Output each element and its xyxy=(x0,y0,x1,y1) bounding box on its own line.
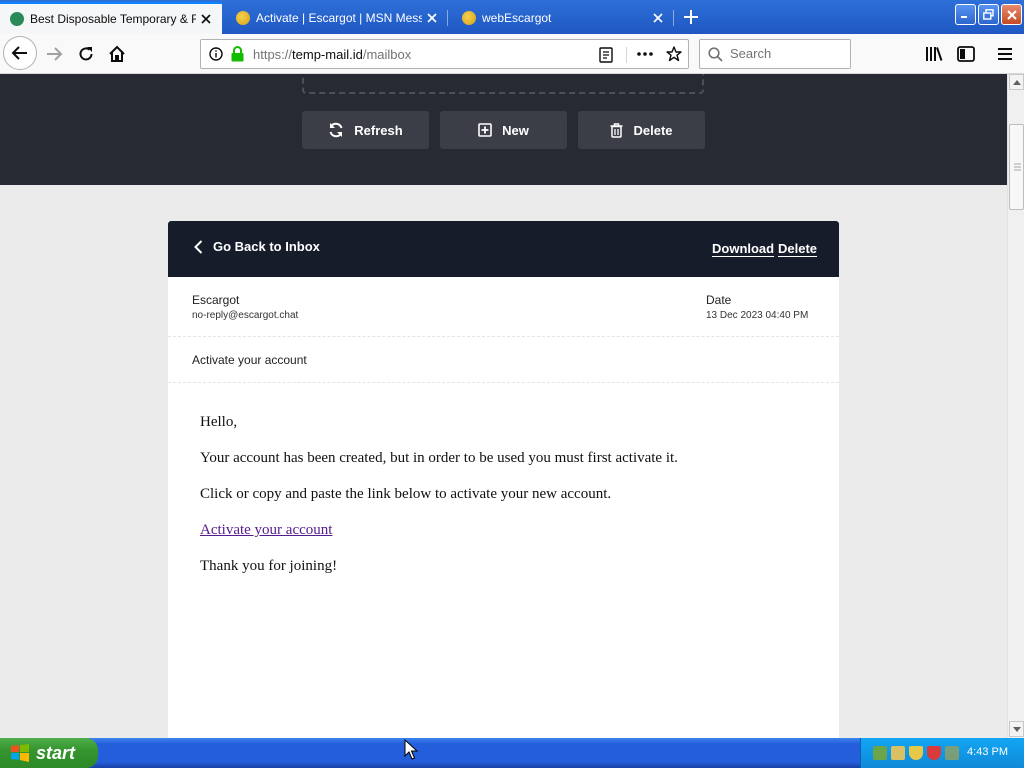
scroll-down-button[interactable] xyxy=(1009,721,1024,737)
tab-activate-escargot[interactable]: Activate | Escargot | MSN Messen xyxy=(226,2,448,34)
url-path: /mailbox xyxy=(362,47,412,62)
date-label: Date xyxy=(706,293,732,307)
new-label: New xyxy=(502,122,529,138)
clock[interactable]: 4:43 PM xyxy=(967,746,1008,758)
url-bar[interactable]: https://temp-mail.id/mailbox xyxy=(200,39,689,69)
menu-button[interactable] xyxy=(989,38,1021,70)
email-body: Hello, Your account has been created, bu… xyxy=(168,383,839,623)
tab-webescargot[interactable]: webEscargot xyxy=(452,2,674,34)
start-button[interactable]: start xyxy=(0,738,98,768)
secure-lock-icon[interactable] xyxy=(231,46,244,62)
restore-button[interactable] xyxy=(978,4,999,25)
close-tab-icon[interactable] xyxy=(648,8,668,28)
minimize-button[interactable] xyxy=(955,4,976,25)
bookmark-star-icon[interactable] xyxy=(666,46,682,62)
messenger-tray-icon[interactable] xyxy=(945,746,959,760)
body-paragraph: Your account has been created, but in or… xyxy=(200,450,678,466)
tab-temp-mail[interactable]: Best Disposable Temporary & Fake xyxy=(0,2,222,34)
sender-name: Escargot xyxy=(192,293,240,307)
delete-label: Delete xyxy=(633,122,673,138)
scrollbar-thumb[interactable] xyxy=(1009,124,1024,210)
back-to-inbox-link[interactable]: Go Back to Inbox xyxy=(194,239,320,254)
new-address-button[interactable]: New xyxy=(440,111,567,149)
alert-shield-icon[interactable] xyxy=(927,746,941,760)
sender-email: no-reply@escargot.chat xyxy=(192,310,299,321)
close-tab-icon[interactable] xyxy=(422,8,442,28)
page-actions-icon[interactable] xyxy=(637,52,653,56)
back-button[interactable] xyxy=(3,36,37,70)
window-close-button[interactable] xyxy=(1001,4,1022,25)
scroll-up-button[interactable] xyxy=(1009,74,1024,90)
escargot-favicon-icon xyxy=(236,11,250,25)
taskbar: start 4:43 PM xyxy=(0,738,1024,768)
tab-bar: Best Disposable Temporary & Fake Activat… xyxy=(0,0,1024,34)
url-text[interactable]: https://temp-mail.id/mailbox xyxy=(253,47,411,62)
temp-mail-favicon-icon xyxy=(10,12,24,26)
chevron-left-icon xyxy=(194,239,203,254)
trash-icon xyxy=(610,122,623,138)
refresh-button[interactable]: Refresh xyxy=(302,111,429,149)
search-bar[interactable] xyxy=(699,39,851,69)
reload-button[interactable] xyxy=(70,38,102,70)
delete-email-link[interactable]: Delete xyxy=(778,241,817,256)
email-subject: Activate your account xyxy=(192,353,307,367)
search-input[interactable] xyxy=(730,46,845,61)
closing: Thank you for joining! xyxy=(200,558,338,574)
tab-title: Activate | Escargot | MSN Messen xyxy=(256,11,422,25)
page-viewport: Refresh New Delete Go Back to Inbox Down… xyxy=(0,74,1007,738)
vertical-scrollbar[interactable] xyxy=(1007,74,1024,738)
activate-account-link[interactable]: Activate your account xyxy=(200,522,332,538)
refresh-label: Refresh xyxy=(354,122,403,138)
navigation-toolbar: https://temp-mail.id/mailbox xyxy=(0,34,1024,74)
start-label: start xyxy=(36,742,76,763)
network-tray-icon[interactable] xyxy=(873,746,887,760)
email-message-card: Go Back to Inbox Download Delete Escargo… xyxy=(168,221,839,738)
reader-view-icon[interactable] xyxy=(599,47,613,63)
email-header-bar: Go Back to Inbox Download Delete xyxy=(168,221,839,277)
email-meta: Escargot no-reply@escargot.chat Date 13 … xyxy=(168,277,839,337)
system-tray: 4:43 PM xyxy=(860,738,1024,768)
refresh-icon xyxy=(329,122,343,138)
escargot-favicon-icon xyxy=(462,11,476,25)
back-to-inbox-label: Go Back to Inbox xyxy=(213,239,320,254)
info-icon[interactable] xyxy=(209,47,223,61)
forward-button[interactable] xyxy=(38,38,70,70)
activation-paragraph: Activate your account xyxy=(200,521,807,539)
email-subject-row: Activate your account xyxy=(168,337,839,383)
plus-square-icon xyxy=(478,123,492,137)
library-button[interactable] xyxy=(918,38,950,70)
delete-address-button[interactable]: Delete xyxy=(578,111,705,149)
sidebar-toggle-button[interactable] xyxy=(950,38,982,70)
url-scheme: https:// xyxy=(253,47,293,62)
greeting: Hello, xyxy=(200,414,238,430)
date-value: 13 Dec 2023 04:40 PM xyxy=(706,310,809,321)
new-tab-button[interactable] xyxy=(678,5,704,29)
email-address-box xyxy=(302,74,704,94)
search-icon xyxy=(708,47,723,62)
body-paragraph: Click or copy and paste the link below t… xyxy=(200,486,612,502)
tab-title: Best Disposable Temporary & Fake xyxy=(30,12,196,26)
close-tab-icon[interactable] xyxy=(196,9,216,29)
tab-title: webEscargot xyxy=(482,11,552,25)
download-link[interactable]: Download xyxy=(712,241,774,256)
mailbox-header: Refresh New Delete xyxy=(0,74,1007,185)
windows-logo-icon xyxy=(11,744,29,762)
mouse-cursor-icon xyxy=(404,739,418,760)
url-separator xyxy=(626,47,627,63)
url-host: temp-mail.id xyxy=(292,47,363,62)
user-tray-icon[interactable] xyxy=(891,746,905,760)
home-button[interactable] xyxy=(101,38,133,70)
security-shield-icon[interactable] xyxy=(909,746,923,760)
